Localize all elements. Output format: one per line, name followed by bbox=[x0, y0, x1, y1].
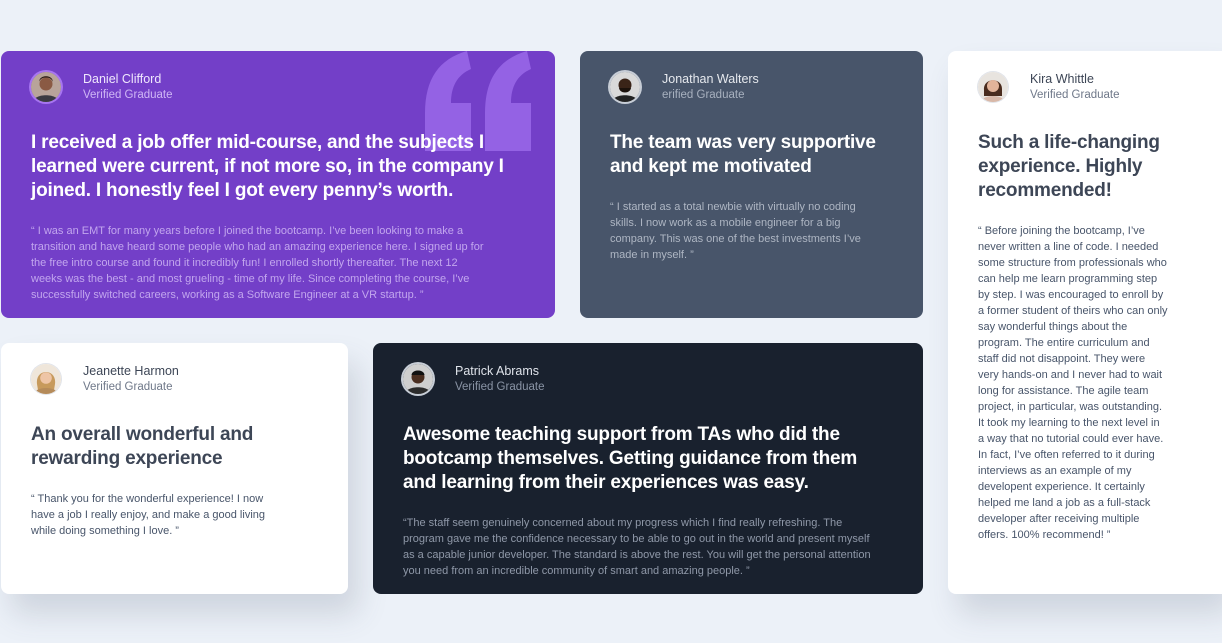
testimonial-card-jeanette-harmon: Jeanette Harmon Verified Graduate An ove… bbox=[1, 343, 348, 594]
testimonial-body: “ I was an EMT for many years before I j… bbox=[31, 225, 484, 301]
author-role: erified Graduate bbox=[662, 89, 745, 101]
avatar bbox=[403, 364, 433, 394]
testimonial-card-patrick-abrams: Patrick Abrams Verified Graduate Awesome… bbox=[373, 343, 923, 594]
avatar bbox=[31, 364, 61, 394]
author-header: Patrick Abrams Verified Graduate bbox=[403, 363, 893, 395]
testimonial-title: Such a life-changing experience. Highly … bbox=[978, 132, 1160, 201]
testimonial-title: An overall wonderful and rewarding exper… bbox=[31, 424, 254, 469]
avatar bbox=[610, 72, 640, 102]
avatar bbox=[31, 72, 61, 102]
testimonial-card-daniel-clifford: Daniel Clifford Verified Graduate I rece… bbox=[1, 51, 555, 318]
author-header: Kira Whittle Verified Graduate bbox=[978, 71, 1192, 103]
testimonial-body: “The staff seem genuinely concerned abou… bbox=[403, 517, 871, 577]
testimonial-body: “ I started as a total newbie with virtu… bbox=[610, 201, 861, 261]
author-header: Daniel Clifford Verified Graduate bbox=[31, 71, 525, 103]
author-name: Daniel Clifford bbox=[83, 72, 162, 86]
author-header: Jonathan Walters erified Graduate bbox=[610, 71, 893, 103]
testimonial-card-kira-whittle: Kira Whittle Verified Graduate Such a li… bbox=[948, 51, 1222, 594]
testimonial-body: “ Thank you for the wonderful experience… bbox=[31, 493, 265, 537]
testimonial-title: I received a job offer mid-course, and t… bbox=[31, 132, 504, 201]
author-role: Verified Graduate bbox=[83, 381, 173, 393]
testimonial-title: The team was very supportive and kept me… bbox=[610, 132, 876, 177]
author-role: Verified Graduate bbox=[455, 381, 545, 393]
author-name: Kira Whittle bbox=[1030, 72, 1094, 86]
author-name: Jeanette Harmon bbox=[83, 364, 179, 378]
author-role: Verified Graduate bbox=[83, 89, 173, 101]
author-role: Verified Graduate bbox=[1030, 89, 1120, 101]
testimonial-title: Awesome teaching support from TAs who di… bbox=[403, 424, 858, 493]
testimonial-body: “ Before joining the bootcamp, I’ve neve… bbox=[978, 225, 1168, 541]
author-header: Jeanette Harmon Verified Graduate bbox=[31, 363, 318, 395]
avatar bbox=[978, 72, 1008, 102]
testimonial-card-jonathan-walters: Jonathan Walters erified Graduate The te… bbox=[580, 51, 923, 318]
author-name: Jonathan Walters bbox=[662, 72, 759, 86]
author-name: Patrick Abrams bbox=[455, 364, 540, 378]
